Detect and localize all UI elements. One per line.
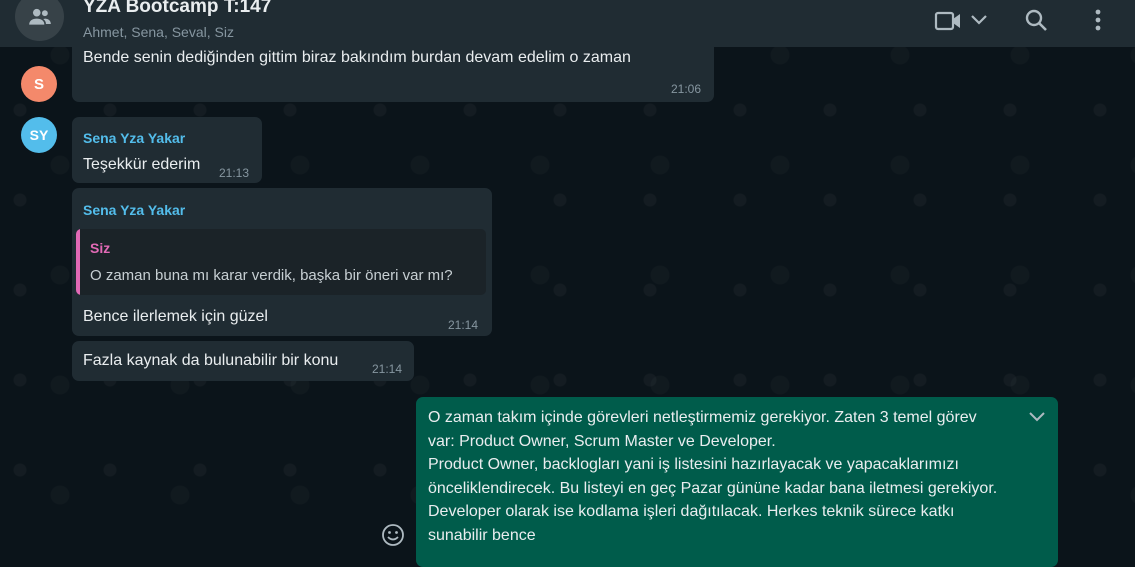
sender-name[interactable]: Sena Yza Yakar	[83, 202, 185, 218]
message-bubble[interactable]: Sena Yza Yakar Siz O zaman buna mı karar…	[72, 188, 492, 336]
message-line: var: Product Owner, Scrum Master ve Deve…	[428, 432, 776, 450]
chat-header[interactable]: YZA Bootcamp T:147 Ahmet, Sena, Seval, S…	[0, 0, 1135, 47]
video-call-icon[interactable]	[932, 8, 964, 34]
message-line: önceliklendirecek. Bu listeyi en geç Paz…	[428, 479, 998, 497]
avatar[interactable]: SY	[21, 117, 57, 153]
message-text: Fazla kaynak da bulunabilir bir konu	[83, 352, 339, 369]
quote-text: O zaman buna mı karar verdik, başka bir …	[90, 267, 453, 284]
message-time: 21:13	[219, 166, 250, 180]
chat-title[interactable]: YZA Bootcamp T:147	[83, 0, 271, 18]
quote-accent-bar	[76, 229, 80, 295]
menu-icon[interactable]	[1088, 6, 1108, 34]
message-bubble[interactable]: Sena Yza Yakar Teşekkür ederim 21:13	[72, 117, 262, 183]
message-bubble[interactable]: Bende senin dediğinden gittim biraz bakı…	[72, 40, 714, 102]
message-line: Product Owner, backlogları yani iş liste…	[428, 456, 959, 473]
chat-participants[interactable]: Ahmet, Sena, Seval, Siz	[83, 24, 234, 40]
outgoing-message-bubble[interactable]: O zaman takım içinde görevleri netleştir…	[416, 397, 1058, 567]
message-text: Bende senin dediğinden gittim biraz bakı…	[83, 49, 631, 66]
message-line: O zaman takım içinde görevleri netleştir…	[428, 409, 977, 426]
message-time: 21:06	[671, 82, 702, 96]
message-text: Bence ilerlemek için güzel	[83, 308, 268, 325]
message-bubble[interactable]: Fazla kaynak da bulunabilir bir konu 21:…	[72, 341, 414, 381]
sender-name[interactable]: Sena Yza Yakar	[83, 130, 185, 146]
message-time: 21:14	[448, 318, 479, 332]
outgoing-message-text: O zaman takım içinde görevleri netleştir…	[428, 406, 1050, 547]
message-line: Developer olarak ise kodlama işleri dağı…	[428, 503, 955, 520]
group-avatar[interactable]	[15, 0, 64, 41]
message-text: Teşekkür ederim	[83, 156, 201, 173]
quoted-message[interactable]: Siz O zaman buna mı karar verdik, başka …	[76, 229, 486, 295]
message-line: sunabilir bence	[428, 526, 536, 544]
emoji-reaction-icon[interactable]	[381, 523, 405, 547]
search-icon[interactable]	[1022, 6, 1050, 34]
message-menu-chevron-icon[interactable]	[1018, 403, 1048, 427]
chevron-down-icon[interactable]	[968, 10, 990, 30]
avatar[interactable]: S	[21, 66, 57, 102]
message-time: 21:14	[372, 362, 403, 376]
group-avatar-icon	[28, 8, 51, 25]
quote-author: Siz	[90, 240, 111, 256]
